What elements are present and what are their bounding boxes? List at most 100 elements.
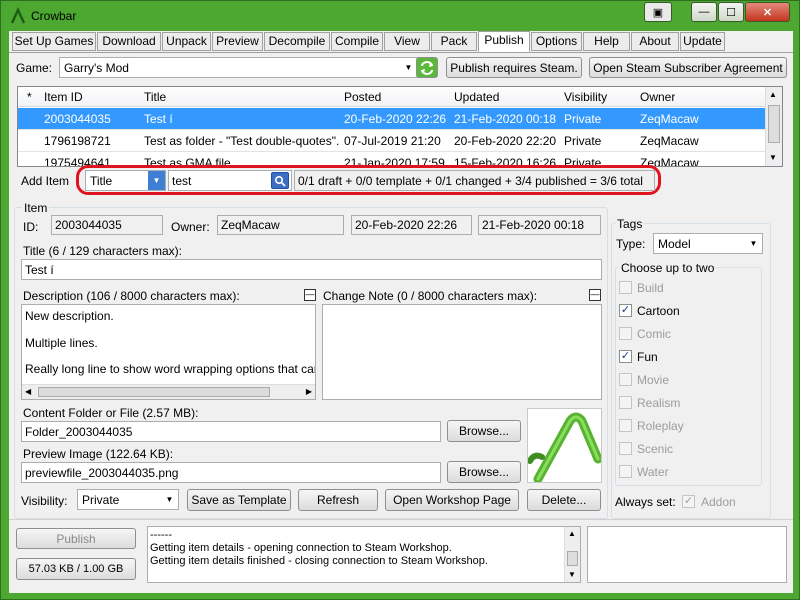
type-select[interactable]: Model ▼ [653, 233, 763, 254]
tag-checkbox-comic[interactable] [619, 327, 632, 340]
change-note-label: Change Note (0 / 8000 characters max): [323, 289, 538, 303]
minimize-icon: — [698, 6, 710, 18]
description-line-3: Really long line to show word wrapping o… [25, 362, 316, 376]
log-scroll-thumb[interactable] [567, 551, 578, 566]
save-template-button[interactable]: Save as Template [187, 489, 291, 511]
log-textbox[interactable]: ------ Getting item details - opening co… [147, 526, 581, 583]
maximize-icon: ☐ [726, 6, 736, 19]
change-note-textarea[interactable] [322, 304, 602, 400]
scroll-thumb[interactable] [768, 105, 780, 143]
window-extra-button[interactable]: ▣ [644, 2, 672, 22]
description-hscrollbar[interactable]: ◀ ▶ [22, 384, 315, 399]
tab-set-up-games[interactable]: Set Up Games [12, 32, 96, 51]
tag-checkbox-scenic[interactable] [619, 442, 632, 455]
tab-pack[interactable]: Pack [431, 32, 477, 51]
scroll-up-icon[interactable]: ▲ [769, 90, 777, 99]
search-field-select[interactable]: Title ▼ [85, 170, 166, 191]
tab-options[interactable]: Options [531, 32, 582, 51]
header-posted[interactable]: Posted [344, 90, 381, 104]
cell-posted: 07-Jul-2019 21:20 [344, 134, 441, 148]
storage-size-indicator: 57.03 KB / 1.00 GB [16, 558, 136, 580]
publish-requires-steam-button[interactable]: Publish requires Steam. [446, 57, 582, 78]
tag-checkbox-cartoon[interactable]: ✓ [619, 304, 632, 317]
cell-id: 1796198721 [44, 134, 111, 148]
header-updated[interactable]: Updated [454, 90, 499, 104]
close-button[interactable]: ✕ [745, 2, 790, 22]
change-note-collapse-button[interactable]: — [589, 289, 601, 301]
tab-update[interactable]: Update [680, 32, 725, 51]
client-area: Set Up Games Download Unpack Preview Decompi… [9, 31, 793, 593]
items-grid[interactable]: * Item ID Title Posted Updated Visibilit… [17, 86, 783, 167]
description-line-2: Multiple lines. [25, 336, 98, 350]
refresh-button[interactable]: Refresh [298, 489, 378, 511]
search-button[interactable] [271, 172, 289, 189]
cell-visibility: Private [564, 134, 602, 148]
visibility-select[interactable]: Private ▼ [77, 489, 179, 510]
crowbar-window: Crowbar ▣ — ☐ ✕ Set Up Games Download Unpa… [0, 0, 800, 600]
search-field-value: Title [90, 173, 113, 188]
status-box [587, 526, 787, 583]
cell-owner: ZeqMacaw [640, 134, 699, 148]
tab-unpack[interactable]: Unpack [162, 32, 211, 51]
scroll-down-icon[interactable]: ▼ [568, 570, 576, 579]
content-input[interactable]: Folder_2003044035 [21, 421, 441, 442]
tag-label-movie: Movie [637, 373, 670, 387]
tab-view[interactable]: View [384, 32, 430, 51]
delete-button[interactable]: Delete... [527, 489, 601, 511]
minimize-button[interactable]: — [691, 2, 717, 22]
cell-owner: ZeqMacaw [640, 112, 699, 126]
tag-checkbox-fun[interactable]: ✓ [619, 350, 632, 363]
scroll-up-icon[interactable]: ▲ [568, 529, 576, 538]
tag-checkbox-movie[interactable] [619, 373, 632, 386]
tag-checkbox-realism[interactable] [619, 396, 632, 409]
game-select[interactable]: Garry's Mod ▼ [59, 57, 418, 78]
table-row[interactable]: 1796198721 Test as folder - "Test double-… [18, 130, 768, 152]
scroll-right-icon[interactable]: ▶ [306, 387, 312, 396]
scroll-left-icon[interactable]: ◀ [25, 387, 31, 396]
refresh-games-button[interactable] [416, 57, 438, 78]
tag-checkbox-roleplay[interactable] [619, 419, 632, 432]
add-item-label[interactable]: Add Item [21, 174, 69, 188]
tab-publish[interactable]: Publish [478, 31, 530, 52]
preview-input[interactable]: previewfile_2003044035.png [21, 462, 441, 483]
description-collapse-button[interactable]: — [304, 289, 316, 301]
posted-value: 20-Feb-2020 22:26 [355, 218, 458, 232]
log-line-2: Getting item details - opening connectio… [150, 542, 452, 554]
header-visibility[interactable]: Visibility [564, 90, 607, 104]
cell-id: 2003044035 [44, 112, 111, 126]
title-input[interactable]: Test í [21, 259, 602, 280]
preview-browse-button[interactable]: Browse... [447, 461, 521, 483]
subscriber-agreement-button[interactable]: Open Steam Subscriber Agreement [589, 57, 787, 78]
header-owner[interactable]: Owner [640, 90, 675, 104]
description-textarea[interactable]: New description. Multiple lines. Really … [21, 304, 316, 400]
scroll-down-icon[interactable]: ▼ [769, 153, 777, 162]
cell-posted: 20-Feb-2020 22:26 [344, 112, 447, 126]
hscroll-thumb[interactable] [38, 387, 270, 397]
header-item-id[interactable]: Item ID [44, 90, 83, 104]
log-scrollbar[interactable]: ▲ ▼ [564, 527, 580, 582]
cell-updated: 20-Feb-2020 22:20 [454, 134, 557, 148]
tab-preview[interactable]: Preview [212, 32, 263, 51]
header-star[interactable]: * [27, 90, 32, 104]
publish-button[interactable]: Publish [16, 528, 136, 549]
cell-updated: 21-Feb-2020 00:18 [454, 112, 557, 126]
preview-image [527, 408, 603, 484]
open-workshop-button[interactable]: Open Workshop Page [385, 489, 519, 511]
tab-compile[interactable]: Compile [331, 32, 383, 51]
tab-decompile[interactable]: Decompile [264, 32, 330, 51]
tab-about[interactable]: About [631, 32, 679, 51]
title-bar: Crowbar ▣ — ☐ ✕ [1, 1, 799, 31]
publish-summary: 0/1 draft + 0/0 template + 0/1 changed +… [294, 170, 655, 191]
content-browse-button[interactable]: Browse... [447, 420, 521, 442]
tab-download[interactable]: Download [97, 32, 161, 51]
maximize-button[interactable]: ☐ [718, 2, 744, 22]
tag-checkbox-water[interactable] [619, 465, 632, 478]
tag-checkbox-build[interactable] [619, 281, 632, 294]
crowbar-preview-image [527, 412, 603, 484]
grid-scrollbar[interactable]: ▲ ▼ [765, 87, 782, 166]
owner-label: Owner: [171, 220, 210, 234]
tab-help[interactable]: Help [583, 32, 630, 51]
table-row[interactable]: 2003044035 Test í 20-Feb-2020 22:26 21-Feb-… [18, 108, 768, 130]
header-title[interactable]: Title [144, 90, 166, 104]
cell-visibility: Private [564, 112, 602, 126]
